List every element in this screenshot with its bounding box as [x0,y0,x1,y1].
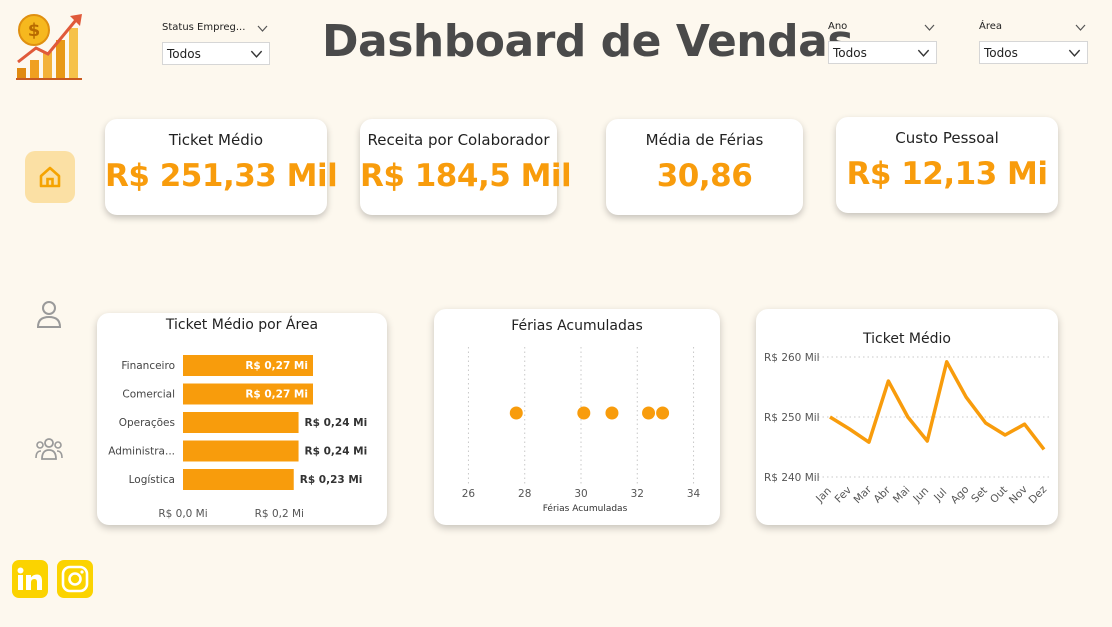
scatter-point [642,406,656,420]
slicer-area-label: Área [979,21,1003,32]
y-tick-label: R$ 260 Mil [764,352,820,364]
x-tick-label: Jun [910,485,931,506]
slicer-ano-dropdown[interactable]: Todos [828,41,937,64]
x-tick-label: 26 [462,488,476,500]
x-tick-label: Fev [833,484,854,505]
x-tick-label: Jan [813,485,834,506]
x-tick-label: Jul [931,486,949,504]
chevron-down-icon [917,49,930,57]
slicer-status-empregado: Status Empreg... Todos [162,22,270,66]
kpi-value: R$ 12,13 Mi [846,156,1048,192]
x-tick-label: R$ 0,0 Mi [158,508,207,520]
x-axis-title: Férias Acumuladas [543,503,628,514]
bar-data-label: R$ 0,27 Mi [245,360,308,372]
bar-data-label: R$ 0,27 Mi [245,389,308,401]
chart-card-ferias: 26 28 30 32 34 Férias Acumuladas Férias Acumu… [434,309,720,525]
scatter-chart: 26 28 30 32 34 Férias Acumuladas [462,347,701,514]
y-tick-label: R$ 250 Mil [764,412,820,424]
y-tick-label: R$ 240 Mil [764,472,820,484]
bar [183,412,299,433]
chart-card-ticket-line: R$ 240 Mil R$ 250 Mil R$ 260 Mil Jan Fev Mar A… [756,309,1058,525]
slicer-status-label: Status Empreg... [162,22,246,33]
bar-category-label: Operações [119,417,175,429]
series-line [829,360,1046,451]
linkedin-button[interactable] [12,560,48,598]
x-tick-label: Set [969,485,990,506]
nav-home-button[interactable] [25,151,75,203]
scatter-point [656,406,670,420]
chevron-down-icon [1068,49,1081,57]
instagram-button[interactable] [57,560,93,598]
bar-category-label: Financeiro [121,360,175,372]
kpi-card-ticket-medio: Ticket Médio R$ 251,33 Mil [105,119,338,215]
chart-title: Ticket Médio [863,331,951,347]
chevron-down-icon[interactable] [924,24,935,31]
bar-data-label: R$ 0,24 Mi [305,417,368,429]
bar-chart: Financeiro R$ 0,27 Mi Comercial R$ 0,27 Mi O… [108,355,368,520]
kpi-title: Ticket Médio [168,131,264,149]
kpi-title: Custo Pessoal [895,129,999,147]
chevron-down-icon[interactable] [1075,24,1086,31]
x-tick-label: 30 [574,488,587,500]
linkedin-icon [17,567,42,590]
x-tick-label: Nov [1007,483,1030,506]
sales-growth-logo-icon: $ [16,14,82,80]
slicer-status-dropdown[interactable]: Todos [162,42,270,65]
kpi-value: 30,86 [656,158,753,194]
svg-text:$: $ [28,20,41,41]
x-tick-label: 28 [518,488,531,500]
slicer-ano-value: Todos [833,46,867,60]
x-tick-label: Dez [1027,483,1050,506]
scatter-point [605,406,619,420]
bar-data-label: R$ 0,24 Mi [305,446,368,458]
bar-category-label: Administra... [108,446,175,458]
x-tick-label: Abr [872,484,894,506]
slicer-status-value: Todos [167,47,201,61]
x-tick-label: R$ 0,2 Mi [255,508,304,520]
slicer-area: Área Todos [979,21,1088,65]
kpi-value: R$ 184,5 Mil [360,158,572,194]
kpi-title: Média de Férias [645,131,764,149]
kpi-value: R$ 251,33 Mil [105,158,338,194]
chart-card-ticket-area: Financeiro R$ 0,27 Mi Comercial R$ 0,27 Mi O… [97,313,387,525]
instagram-icon [61,565,89,593]
bar-data-label: R$ 0,23 Mi [300,474,363,486]
slicer-ano-label: Ano [828,21,848,32]
bar [183,440,299,462]
kpi-card-media-ferias: Média de Férias 30,86 [606,119,803,215]
x-tick-label: Mar [852,483,875,506]
x-tick-label: 34 [687,488,701,500]
chevron-down-icon [250,50,263,58]
chevron-down-icon[interactable] [257,25,268,32]
team-icon[interactable] [35,437,63,461]
x-tick-label: Out [988,484,1010,506]
bar-category-label: Logística [129,474,175,486]
chart-title: Férias Acumuladas [511,318,643,334]
bar-category-label: Comercial [122,389,175,401]
home-icon [39,166,61,188]
slicer-area-dropdown[interactable]: Todos [979,41,1088,64]
scatter-point [577,406,591,420]
bar [183,469,294,490]
scatter-point [509,406,523,420]
chart-title: Ticket Médio por Área [165,317,319,333]
kpi-card-receita-colaborador: Receita por Colaborador R$ 184,5 Mil [360,119,572,215]
page-title: Dashboard de Vendas [322,16,854,67]
slicer-area-value: Todos [984,46,1018,60]
x-tick-label: 32 [631,488,644,500]
user-icon[interactable] [36,300,62,328]
x-tick-label: Mai [891,484,913,506]
x-tick-label: Ago [949,483,972,506]
kpi-card-custo-pessoal: Custo Pessoal R$ 12,13 Mi [836,117,1058,213]
kpi-title: Receita por Colaborador [367,131,550,149]
slicer-ano: Ano Todos [828,21,937,65]
